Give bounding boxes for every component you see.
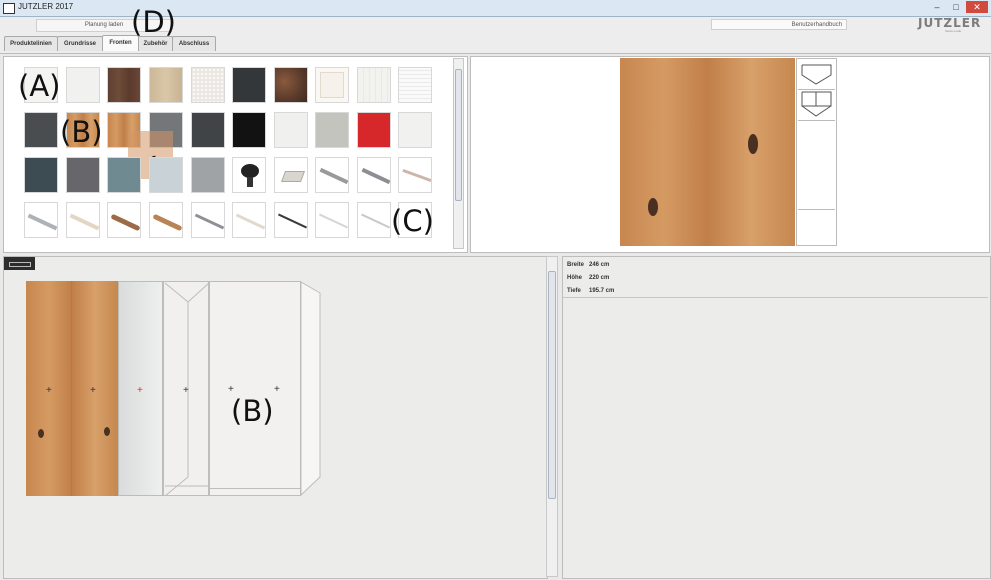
swatch-oak-beige[interactable] xyxy=(149,67,183,103)
annotation-a: (A) xyxy=(18,69,61,103)
tab-abschluss[interactable]: Abschluss xyxy=(172,36,216,51)
brand-logo-subtitle: Swiss made xyxy=(945,29,962,33)
swatch-black[interactable] xyxy=(232,112,266,148)
handle-marker-icon: + xyxy=(90,385,96,396)
swatch-cream-framed[interactable] xyxy=(315,67,349,103)
swatch-graphite[interactable] xyxy=(24,112,58,148)
handle-icon xyxy=(402,168,431,183)
close-icon[interactable]: ✕ xyxy=(966,1,988,13)
annotation-b-door: (B) xyxy=(231,394,274,428)
maximize-icon[interactable]: □ xyxy=(947,1,965,13)
width-label: Breite xyxy=(567,262,585,268)
swatch-knob-black[interactable] xyxy=(232,157,266,193)
handle-marker-icon: + xyxy=(274,384,280,395)
swatch-handle-bar-slim[interactable] xyxy=(398,157,432,193)
wardrobe-corner-unit[interactable]: + xyxy=(163,281,210,497)
handle-icon xyxy=(319,167,348,185)
swatch-white[interactable] xyxy=(274,112,308,148)
swatch-scrollbar[interactable] xyxy=(453,58,464,249)
depth-label: Tiefe xyxy=(567,288,581,294)
tab-produktelinien[interactable]: Produktelinien xyxy=(4,36,58,51)
swatch-rust-oxide[interactable] xyxy=(274,67,308,103)
app-icon xyxy=(3,3,15,14)
swatch-light-grey[interactable] xyxy=(315,112,349,148)
view-toolbar-icon[interactable] xyxy=(4,257,35,270)
width-row: Breite 246 cm xyxy=(567,262,609,268)
depth-row: Tiefe 195.7 cm xyxy=(567,288,614,294)
brand-logo: JUTZLER xyxy=(918,16,982,30)
swatch-handle-bar-pale[interactable] xyxy=(232,202,266,238)
swatch-walnut-dark[interactable] xyxy=(107,67,141,103)
tab-grundrisse[interactable]: Grundrisse xyxy=(57,36,103,51)
scrollbar-thumb[interactable] xyxy=(455,69,462,201)
handle-icon xyxy=(361,167,390,185)
swatch-white[interactable] xyxy=(398,112,432,148)
height-value: 220 cm xyxy=(589,275,610,281)
wardrobe-door-glass[interactable]: + xyxy=(118,281,163,496)
handle-marker-icon: + xyxy=(183,385,189,396)
front-type-selector xyxy=(796,58,837,246)
handle-icon xyxy=(194,213,224,230)
handle-icon xyxy=(319,213,348,229)
swatch-white[interactable] xyxy=(66,67,100,103)
swatch-handle-bar-chrome[interactable] xyxy=(315,157,349,193)
width-value: 246 cm xyxy=(589,262,610,268)
scrollbar-thumb[interactable] xyxy=(548,271,556,499)
swatch-red[interactable] xyxy=(357,112,391,148)
user-manual-button[interactable]: Benutzerhandbuch xyxy=(711,19,847,30)
handle-icon xyxy=(235,213,265,230)
swatch-grey-blue[interactable] xyxy=(107,157,141,193)
handle-icon xyxy=(27,213,57,231)
annotation-c: (C) xyxy=(391,204,434,238)
swatch-white-speckled[interactable] xyxy=(191,67,225,103)
handle-icon xyxy=(361,213,390,229)
swatch-handle-bar-thin[interactable] xyxy=(191,202,225,238)
double-door-icon xyxy=(801,91,832,117)
annotation-d: (D) xyxy=(131,5,176,39)
swatch-handle-bar-line[interactable] xyxy=(357,202,391,238)
swatch-light-grey-blue[interactable] xyxy=(149,157,183,193)
swatch-handle-bow-chrome[interactable] xyxy=(24,202,58,238)
dimensions-panel xyxy=(562,256,991,579)
wardrobe-door-oak[interactable]: + + xyxy=(26,281,118,496)
front-type-single[interactable] xyxy=(798,60,835,90)
swatch-anthracite[interactable] xyxy=(232,67,266,103)
handle-icon xyxy=(280,171,306,182)
handle-marker-icon: + xyxy=(46,385,52,396)
handle-icon xyxy=(69,213,99,231)
front-type-double[interactable] xyxy=(798,90,835,121)
height-row: Höhe 220 cm xyxy=(567,275,609,281)
handle-icon xyxy=(152,213,182,232)
swatch-handle-bar-steel[interactable] xyxy=(357,157,391,193)
swatch-handle-square-chrome[interactable] xyxy=(274,157,308,193)
window-title: JUTZLER 2017 xyxy=(18,2,74,11)
minimize-icon[interactable]: – xyxy=(928,1,946,13)
knob-icon xyxy=(241,164,259,178)
wood-knot xyxy=(748,134,758,154)
swatch-handle-wood-light[interactable] xyxy=(149,202,183,238)
material-preview-image xyxy=(620,58,795,246)
swatch-mint-plank[interactable] xyxy=(357,67,391,103)
flap-icon xyxy=(801,64,832,85)
handle-icon xyxy=(278,213,307,229)
annotation-b-swatch: (B) xyxy=(60,115,103,149)
wardrobe-door-white[interactable]: + + xyxy=(209,281,301,496)
swatch-anthracite[interactable] xyxy=(191,112,225,148)
swatch-handle-bow-light[interactable] xyxy=(66,202,100,238)
handle-marker-icon: + xyxy=(137,385,143,396)
swatch-stone-grey[interactable] xyxy=(191,157,225,193)
swatch-handle-bar-white[interactable] xyxy=(315,202,349,238)
depth-value: 195.7 cm xyxy=(589,288,615,294)
swatch-white-slat[interactable] xyxy=(398,67,432,103)
swatch-handle-wood-dark[interactable] xyxy=(107,202,141,238)
swatch-petrol[interactable] xyxy=(24,157,58,193)
wood-knot xyxy=(648,198,658,216)
view-scrollbar[interactable] xyxy=(546,256,558,577)
dimensions-summary: Breite 246 cm Höhe 220 cm Tiefe 195.7 cm xyxy=(563,257,988,298)
swatch-handle-bar-black[interactable] xyxy=(274,202,308,238)
height-label: Höhe xyxy=(567,275,582,281)
swatch-slate-grey[interactable] xyxy=(66,157,100,193)
handle-icon xyxy=(110,213,140,232)
wardrobe-side-panel xyxy=(300,281,321,497)
